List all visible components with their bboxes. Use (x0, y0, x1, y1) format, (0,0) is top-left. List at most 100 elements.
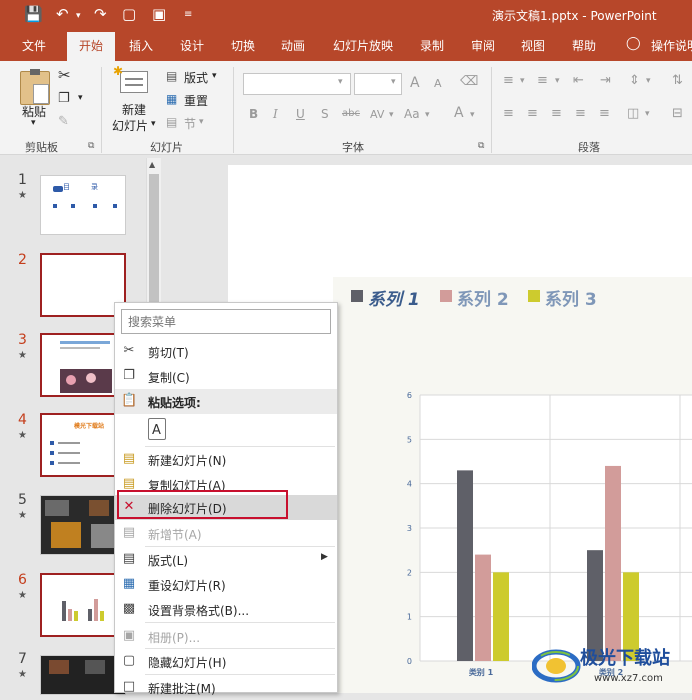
menu-item-cut[interactable]: ✂ 剪切(T) (115, 339, 337, 364)
tab-home[interactable]: 开始 (67, 32, 115, 61)
watermark-url: www.xz7.com (594, 673, 663, 684)
menu-item-copy[interactable]: ❐ 复制(C) (115, 364, 337, 389)
layout-button[interactable]: 版式 (184, 69, 208, 86)
numbering-icon[interactable]: ≡ (537, 73, 548, 88)
reset-icon[interactable]: ▦ (166, 92, 177, 106)
strikethrough-button[interactable]: abc (342, 108, 360, 119)
menu-search-input[interactable] (121, 309, 331, 334)
reset-button[interactable]: 重置 (184, 92, 208, 109)
tab-help[interactable]: 帮助 (572, 37, 596, 54)
menu-item-new-slide[interactable]: ▤ 新建幻灯片(N) (115, 447, 337, 472)
tab-design[interactable]: 设计 (180, 37, 204, 54)
redo-icon[interactable]: ↷ (94, 5, 107, 23)
copy-icon[interactable]: ❐ (58, 91, 70, 106)
font-launcher-icon[interactable]: ⧉ (478, 141, 484, 151)
section-icon[interactable]: ▤ (166, 115, 177, 129)
title-bar: 💾 ↶ ▾ ↷ ▢ ▣ ≡ 演示文稿1.pptx - PowerPoint (0, 0, 692, 30)
tab-view[interactable]: 视图 (521, 37, 545, 54)
section-button[interactable]: 节 (184, 115, 196, 132)
underline-button[interactable]: U (296, 107, 305, 121)
bullets-dropdown-icon[interactable]: ▾ (520, 76, 525, 86)
menu-paste-options-header: 📋 粘贴选项: (115, 389, 337, 414)
slide-number-7: 7 (18, 651, 27, 667)
paste-icon[interactable] (20, 69, 50, 105)
tab-review[interactable]: 审阅 (471, 37, 495, 54)
italic-button[interactable]: I (273, 107, 278, 121)
menu-item-layout[interactable]: ▤ 版式(L) ▶ (115, 547, 337, 572)
copy-dropdown-icon[interactable]: ▾ (78, 93, 83, 103)
tab-transitions[interactable]: 切换 (231, 37, 255, 54)
format-painter-icon[interactable]: ✎ (58, 114, 69, 129)
slide-number-6: 6 (18, 572, 27, 588)
slide-animation-star-4: ★ (18, 430, 27, 441)
bar-1-1 (457, 470, 473, 661)
columns-icon[interactable]: ◫ (627, 106, 639, 121)
layout-dropdown-icon[interactable]: ▾ (212, 71, 217, 81)
tab-file[interactable]: 文件 (22, 37, 46, 54)
tab-record[interactable]: 录制 (420, 37, 444, 54)
scroll-up-icon[interactable]: ▲ (149, 160, 155, 169)
menu-item-reset-slide[interactable]: ▦ 重设幻灯片(R) (115, 572, 337, 597)
decrease-indent-icon[interactable]: ⇤ (573, 73, 584, 88)
undo-icon[interactable]: ↶ (56, 5, 69, 23)
numbering-dropdown-icon[interactable]: ▾ (555, 76, 560, 86)
menu-item-add-section[interactable]: ▤ 新增节(A) (115, 521, 337, 546)
tab-insert[interactable]: 插入 (129, 37, 153, 54)
menu-item-paste-keep-text[interactable]: A (115, 415, 337, 443)
shrink-font-icon[interactable]: A (434, 77, 442, 90)
section-dropdown-icon[interactable]: ▾ (199, 117, 204, 127)
slide-thumbnail-1[interactable]: 目 录 (40, 175, 126, 235)
tab-slideshow[interactable]: 幻灯片放映 (333, 37, 393, 54)
font-color-button[interactable]: A (454, 105, 464, 121)
slide-number-3: 3 (18, 332, 27, 348)
line-spacing-dropdown-icon[interactable]: ▾ (646, 76, 651, 86)
change-case-dropdown-icon[interactable]: ▾ (425, 110, 430, 120)
char-spacing-dropdown-icon[interactable]: ▾ (389, 110, 394, 120)
new-slide-icon[interactable]: ✱ (113, 65, 148, 93)
clear-format-icon[interactable]: ⌫ (460, 74, 478, 89)
new-slide-label-line1[interactable]: 新建 (122, 101, 146, 118)
grow-font-icon[interactable]: A (410, 75, 420, 91)
bold-button[interactable]: B (249, 107, 258, 121)
font-size-dropdown-icon[interactable]: ▾ (391, 77, 396, 87)
distribute-icon[interactable]: ≡ (599, 106, 610, 121)
align-left-icon[interactable]: ≡ (503, 106, 514, 121)
clipboard-launcher-icon[interactable]: ⧉ (88, 141, 94, 151)
save-icon[interactable]: 💾 (24, 5, 43, 23)
menu-item-new-comment[interactable]: □ 新建批注(M) (115, 675, 337, 700)
paste-icon: 📋 (121, 393, 138, 408)
font-name-box[interactable] (243, 73, 351, 95)
undo-dropdown-icon[interactable]: ▾ (76, 11, 81, 21)
scissors-icon: ✂ (123, 343, 135, 358)
text-direction-icon[interactable]: ⇅ (672, 73, 683, 88)
layout-icon[interactable]: ▤ (166, 69, 177, 83)
print-preview-icon[interactable]: ▣ (152, 5, 166, 23)
menu-item-hide-slide[interactable]: ▢ 隐藏幻灯片(H) (115, 649, 337, 674)
line-spacing-icon[interactable]: ⇕ (629, 73, 640, 88)
justify-icon[interactable]: ≡ (575, 106, 586, 121)
new-slide-dropdown-icon[interactable]: ▾ (151, 119, 156, 129)
shadow-button[interactable]: S (321, 107, 329, 121)
tab-animations[interactable]: 动画 (281, 37, 305, 54)
scroll-thumb[interactable] (149, 174, 159, 314)
increase-indent-icon[interactable]: ⇥ (600, 73, 611, 88)
menu-item-format-background[interactable]: ▩ 设置背景格式(B)... (115, 597, 337, 622)
columns-dropdown-icon[interactable]: ▾ (645, 109, 650, 119)
cut-icon[interactable]: ✂ (58, 66, 71, 84)
align-right-icon[interactable]: ≡ (551, 106, 562, 121)
present-from-start-icon[interactable]: ▢ (122, 5, 136, 23)
customize-dropdown-icon[interactable]: ≡ (184, 9, 192, 20)
new-slide-button[interactable]: 幻灯片 (112, 117, 148, 134)
change-case-button[interactable]: Aa (404, 107, 420, 121)
bar-3-1 (493, 572, 509, 661)
bullets-icon[interactable]: ≡ (503, 73, 514, 88)
font-name-dropdown-icon[interactable]: ▾ (338, 77, 343, 87)
char-spacing-button[interactable]: AV (370, 108, 384, 121)
align-center-icon[interactable]: ≡ (527, 106, 538, 121)
align-text-icon[interactable]: ⊟ (672, 106, 683, 121)
tell-me-search[interactable]: 操作说明 (651, 37, 692, 54)
legend-series-3: 系列 3 (545, 290, 597, 310)
font-color-dropdown-icon[interactable]: ▾ (470, 110, 475, 120)
menu-item-photo-album[interactable]: ▣ 相册(P)... (115, 624, 337, 649)
paste-dropdown-icon[interactable]: ▾ (31, 118, 36, 128)
